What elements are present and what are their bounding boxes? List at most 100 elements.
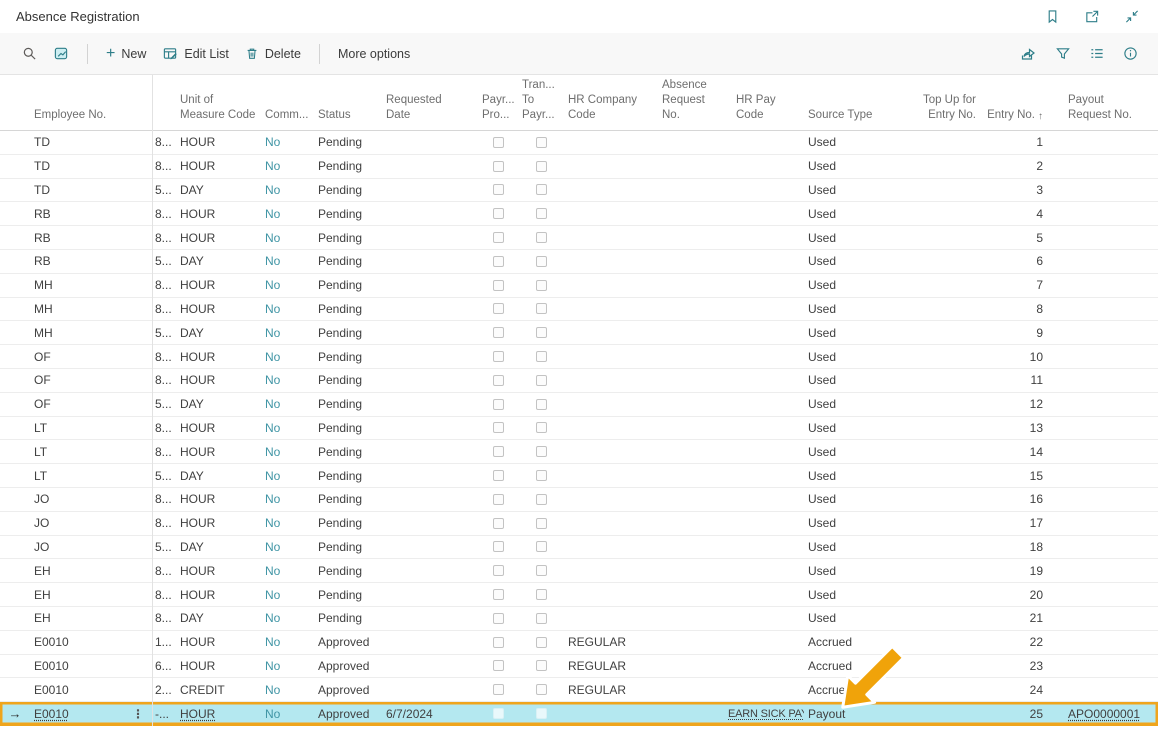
cell-payroll-processed[interactable] xyxy=(478,607,518,630)
transferred-to-payroll-checkbox[interactable] xyxy=(536,494,547,505)
payroll-processed-checkbox[interactable] xyxy=(493,541,504,552)
cell-top-up-for-entry-no[interactable] xyxy=(892,369,980,392)
cell-quantity[interactable]: 8... xyxy=(152,226,178,249)
cell-payout-request-no[interactable] xyxy=(1050,678,1148,701)
cell-status[interactable]: Approved xyxy=(314,678,382,701)
cell-payroll-processed[interactable] xyxy=(478,369,518,392)
cell-transferred-to-payroll[interactable] xyxy=(518,202,564,225)
cell-hr-company-code[interactable] xyxy=(564,202,658,225)
cell-hr-pay-code[interactable] xyxy=(724,298,804,321)
cell-hr-pay-code[interactable] xyxy=(724,345,804,368)
cell-payout-request-no[interactable] xyxy=(1050,559,1148,582)
more-options-button[interactable]: More options xyxy=(330,42,418,66)
cell-payroll-processed[interactable] xyxy=(478,155,518,178)
cell-hr-company-code[interactable] xyxy=(564,155,658,178)
cell-quantity[interactable]: 8... xyxy=(152,512,178,535)
cell-uom[interactable]: HOUR xyxy=(178,131,260,154)
cell-marker[interactable] xyxy=(0,321,30,344)
cell-comments[interactable]: No xyxy=(260,369,314,392)
cell-hr-company-code[interactable] xyxy=(564,393,658,416)
table-row[interactable]: TD5...DAYNoPendingUsed3 xyxy=(0,179,1158,203)
cell-payout-request-no[interactable] xyxy=(1050,155,1148,178)
search-button[interactable] xyxy=(14,41,45,66)
cell-source-type[interactable]: Payout xyxy=(804,702,892,725)
cell-entry-no[interactable]: 14 xyxy=(980,440,1050,463)
cell-marker[interactable] xyxy=(0,536,30,559)
cell-top-up-for-entry-no[interactable] xyxy=(892,226,980,249)
cell-status[interactable]: Pending xyxy=(314,440,382,463)
cell-comments[interactable]: No xyxy=(260,250,314,273)
cell-hr-pay-code[interactable] xyxy=(724,440,804,463)
cell-comments[interactable]: No xyxy=(260,440,314,463)
edit-list-button[interactable]: Edit List xyxy=(154,41,236,66)
transferred-to-payroll-checkbox[interactable] xyxy=(536,375,547,386)
payroll-processed-checkbox[interactable] xyxy=(493,327,504,338)
cell-hr-company-code[interactable] xyxy=(564,583,658,606)
cell-entry-no[interactable]: 22 xyxy=(980,631,1050,654)
cell-requested-date[interactable] xyxy=(382,298,478,321)
cell-requested-date[interactable] xyxy=(382,631,478,654)
cell-hr-company-code[interactable]: REGULAR xyxy=(564,678,658,701)
cell-source-type[interactable]: Used xyxy=(804,559,892,582)
cell-absence-request-no[interactable] xyxy=(658,440,724,463)
transferred-to-payroll-checkbox[interactable] xyxy=(536,589,547,600)
cell-status[interactable]: Pending xyxy=(314,321,382,344)
cell-employee[interactable]: EH xyxy=(30,559,152,582)
cell-comments[interactable]: No xyxy=(260,345,314,368)
cell-uom[interactable]: HOUR xyxy=(178,631,260,654)
cell-employee[interactable]: E0010 xyxy=(30,678,152,701)
cell-payout-request-no[interactable] xyxy=(1050,536,1148,559)
cell-employee[interactable]: TD xyxy=(30,155,152,178)
cell-absence-request-no[interactable] xyxy=(658,655,724,678)
cell-payroll-processed[interactable] xyxy=(478,559,518,582)
cell-transferred-to-payroll[interactable] xyxy=(518,678,564,701)
cell-entry-no[interactable]: 23 xyxy=(980,655,1050,678)
column-header-payout-request-no[interactable]: Payout Request No. xyxy=(1050,93,1148,130)
cell-payroll-processed[interactable] xyxy=(478,678,518,701)
cell-top-up-for-entry-no[interactable] xyxy=(892,464,980,487)
cell-entry-no[interactable]: 7 xyxy=(980,274,1050,297)
cell-source-type[interactable]: Used xyxy=(804,321,892,344)
cell-comments[interactable]: No xyxy=(260,131,314,154)
cell-marker[interactable] xyxy=(0,583,30,606)
share-button[interactable] xyxy=(1018,44,1039,64)
cell-transferred-to-payroll[interactable] xyxy=(518,464,564,487)
cell-absence-request-no[interactable] xyxy=(658,559,724,582)
cell-status[interactable]: Pending xyxy=(314,559,382,582)
cell-quantity[interactable]: 5... xyxy=(152,321,178,344)
cell-absence-request-no[interactable] xyxy=(658,226,724,249)
payroll-processed-checkbox[interactable] xyxy=(493,375,504,386)
cell-top-up-for-entry-no[interactable] xyxy=(892,607,980,630)
cell-top-up-for-entry-no[interactable] xyxy=(892,512,980,535)
cell-employee[interactable]: MH xyxy=(30,298,152,321)
table-row[interactable]: RB5...DAYNoPendingUsed6 xyxy=(0,250,1158,274)
cell-marker[interactable] xyxy=(0,512,30,535)
cell-transferred-to-payroll[interactable] xyxy=(518,536,564,559)
info-button[interactable] xyxy=(1121,44,1140,63)
cell-hr-company-code[interactable] xyxy=(564,250,658,273)
cell-marker[interactable] xyxy=(0,631,30,654)
cell-entry-no[interactable]: 17 xyxy=(980,512,1050,535)
cell-transferred-to-payroll[interactable] xyxy=(518,631,564,654)
cell-status[interactable]: Approved xyxy=(314,702,382,725)
cell-uom[interactable]: HOUR xyxy=(178,488,260,511)
cell-quantity[interactable]: 8... xyxy=(152,583,178,606)
cell-payroll-processed[interactable] xyxy=(478,393,518,416)
cell-top-up-for-entry-no[interactable] xyxy=(892,393,980,416)
cell-source-type[interactable]: Used xyxy=(804,369,892,392)
cell-payout-request-no[interactable] xyxy=(1050,488,1148,511)
cell-absence-request-no[interactable] xyxy=(658,512,724,535)
cell-payout-request-no[interactable] xyxy=(1050,393,1148,416)
cell-top-up-for-entry-no[interactable] xyxy=(892,702,980,725)
cell-payout-request-no[interactable] xyxy=(1050,607,1148,630)
cell-hr-pay-code[interactable] xyxy=(724,583,804,606)
cell-comments[interactable]: No xyxy=(260,464,314,487)
cell-transferred-to-payroll[interactable] xyxy=(518,440,564,463)
cell-requested-date[interactable] xyxy=(382,155,478,178)
transferred-to-payroll-checkbox[interactable] xyxy=(536,161,547,172)
cell-marker[interactable] xyxy=(0,607,30,630)
cell-entry-no[interactable]: 18 xyxy=(980,536,1050,559)
payroll-processed-checkbox[interactable] xyxy=(493,684,504,695)
payroll-processed-checkbox[interactable] xyxy=(493,303,504,314)
cell-uom[interactable]: HOUR xyxy=(178,583,260,606)
